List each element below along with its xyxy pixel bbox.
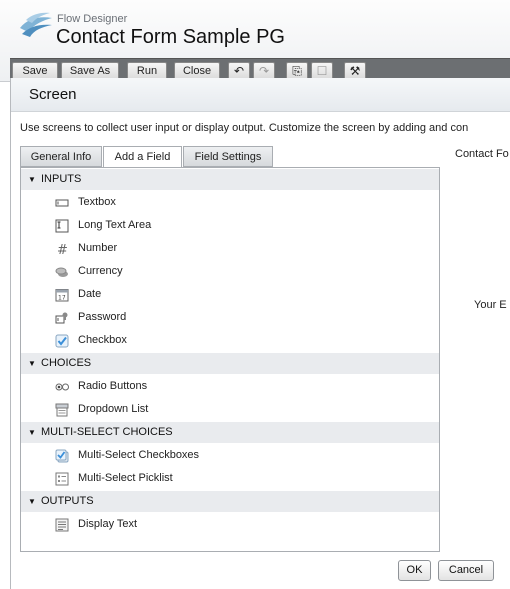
- field-item-checkbox[interactable]: Checkbox: [21, 330, 439, 353]
- textbox-icon: [55, 199, 69, 207]
- screen-dialog: Screen Use screens to collect user input…: [10, 78, 510, 589]
- field-label: Long Text Area: [78, 219, 152, 231]
- section-choices[interactable]: ▼ CHOICES: [21, 353, 439, 374]
- radio-buttons-icon: [55, 383, 69, 391]
- field-item-radio-buttons[interactable]: Radio Buttons: [21, 376, 439, 399]
- cancel-button[interactable]: Cancel: [438, 560, 494, 581]
- display-text-icon: [55, 518, 69, 532]
- field-label: Textbox: [78, 196, 116, 208]
- dropdown-list-icon: [55, 403, 69, 417]
- preview-contact-form-text: Contact Fo: [455, 148, 509, 160]
- password-icon: [55, 312, 68, 324]
- field-label: Password: [78, 311, 127, 323]
- field-item-multi-select-picklist[interactable]: Multi-Select Picklist: [21, 468, 439, 491]
- collapse-caret-icon: ▼: [28, 497, 36, 506]
- section-label: CHOICES: [41, 357, 92, 369]
- field-label: Number: [78, 242, 118, 254]
- field-item-multi-select-checkboxes[interactable]: Multi-Select Checkboxes: [21, 445, 439, 468]
- dialog-intro-text: Use screens to collect user input or dis…: [20, 122, 469, 134]
- field-item-currency[interactable]: Currency: [21, 261, 439, 284]
- field-label: Multi-Select Picklist: [78, 472, 173, 484]
- currency-icon: [55, 267, 68, 277]
- app-subtitle: Flow Designer: [57, 13, 128, 25]
- field-item-password[interactable]: Password: [21, 307, 439, 330]
- field-label: Date: [78, 288, 102, 300]
- dialog-header: Screen: [11, 78, 510, 112]
- app-title: Contact Form Sample PG: [56, 26, 285, 48]
- date-icon: 17: [55, 289, 69, 302]
- field-item-number[interactable]: # Number: [21, 238, 439, 261]
- field-item-textbox[interactable]: Textbox: [21, 192, 439, 215]
- long-text-area-icon: [55, 219, 69, 233]
- field-label: Currency: [78, 265, 123, 277]
- section-multi-select-choices[interactable]: ▼ MULTI-SELECT CHOICES: [21, 422, 439, 443]
- dialog-title: Screen: [29, 86, 77, 103]
- multi-select-picklist-icon: [55, 472, 69, 486]
- field-label: Multi-Select Checkboxes: [78, 449, 200, 461]
- preview-your-email-text: Your E: [474, 299, 507, 311]
- field-label: Radio Buttons: [78, 380, 148, 392]
- collapse-caret-icon: ▼: [28, 359, 36, 368]
- section-label: INPUTS: [41, 173, 82, 185]
- collapse-caret-icon: ▼: [28, 175, 36, 184]
- tab-general-info[interactable]: General Info: [20, 146, 102, 167]
- field-label: Checkbox: [78, 334, 127, 346]
- flow-designer-logo-icon: [20, 12, 52, 37]
- field-item-display-text[interactable]: Display Text: [21, 514, 439, 537]
- tab-field-settings[interactable]: Field Settings: [183, 146, 273, 167]
- app-header: Flow Designer Contact Form Sample PG Sav…: [0, 0, 510, 82]
- section-inputs[interactable]: ▼ INPUTS: [21, 169, 439, 190]
- collapse-caret-icon: ▼: [28, 428, 36, 437]
- field-item-long-text-area[interactable]: Long Text Area: [21, 215, 439, 238]
- tab-add-a-field[interactable]: Add a Field: [103, 146, 182, 168]
- field-item-date[interactable]: 17 Date: [21, 284, 439, 307]
- section-outputs[interactable]: ▼ OUTPUTS: [21, 491, 439, 512]
- ok-button[interactable]: OK: [398, 560, 431, 581]
- section-label: MULTI-SELECT CHOICES: [41, 426, 173, 438]
- add-field-panel: ▼ INPUTS Textbox Long Text Area # Number…: [20, 167, 440, 552]
- field-item-dropdown-list[interactable]: Dropdown List: [21, 399, 439, 422]
- field-label: Dropdown List: [78, 403, 149, 415]
- svg-text:#: #: [57, 243, 68, 256]
- svg-text:17: 17: [58, 295, 66, 302]
- field-label: Display Text: [78, 518, 138, 530]
- checkbox-icon: [55, 334, 69, 348]
- multi-select-checkboxes-icon: [55, 449, 69, 463]
- section-label: OUTPUTS: [41, 495, 94, 507]
- number-icon: #: [57, 243, 68, 256]
